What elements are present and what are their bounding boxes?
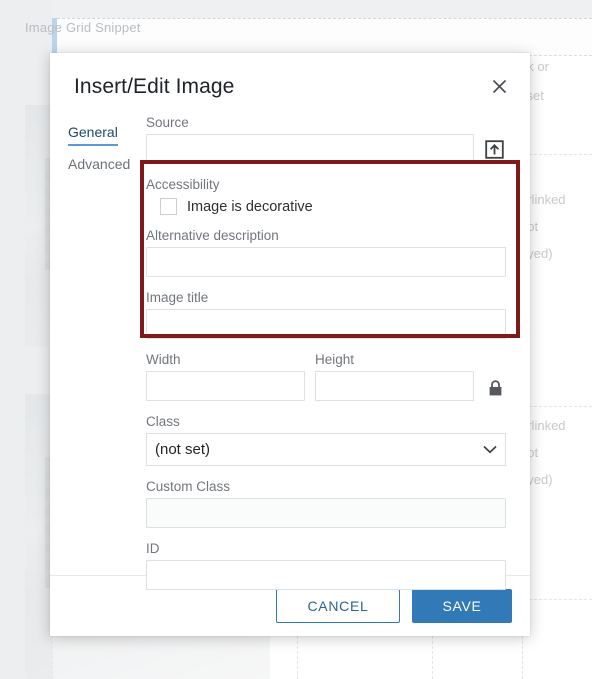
- id-label: ID: [146, 541, 160, 556]
- dialog-title: Insert/Edit Image: [74, 75, 235, 98]
- alt-description-label: Alternative description: [146, 228, 279, 243]
- width-label: Width: [146, 352, 181, 367]
- image-title-label: Image title: [146, 290, 209, 305]
- insert-edit-image-dialog: Insert/Edit Image General Advanced Sourc…: [50, 53, 530, 636]
- image-is-decorative-label: Image is decorative: [187, 198, 313, 215]
- height-label: Height: [315, 352, 355, 367]
- class-select[interactable]: (not set): [146, 433, 506, 466]
- source-label: Source: [146, 115, 189, 130]
- image-title-group: Image title: [146, 290, 506, 339]
- source-field-group: Source: [146, 115, 506, 164]
- source-input[interactable]: [146, 134, 474, 164]
- dialog-tab-list: General Advanced: [50, 115, 134, 575]
- lock-closed-icon[interactable]: [484, 375, 506, 401]
- dialog-header: Insert/Edit Image: [50, 53, 530, 105]
- tab-advanced-label: Advanced: [68, 156, 131, 172]
- decorative-checkbox-row[interactable]: Image is decorative: [146, 198, 506, 215]
- id-group: ID: [146, 541, 506, 590]
- accessibility-group: Accessibility Image is decorative: [146, 177, 506, 215]
- image-is-decorative-checkbox[interactable]: [160, 198, 177, 215]
- custom-class-input[interactable]: [146, 498, 506, 528]
- custom-class-label: Custom Class: [146, 479, 231, 494]
- upload-image-icon[interactable]: [482, 137, 506, 161]
- snippet-label: Image Grid Snippet: [25, 20, 141, 35]
- class-label: Class: [146, 414, 180, 429]
- image-title-input[interactable]: [146, 309, 506, 339]
- width-group: Width: [146, 352, 305, 401]
- id-input[interactable]: [146, 560, 506, 590]
- general-tab-panel: Source Accessibility Image is decorative…: [134, 115, 530, 590]
- close-icon[interactable]: [484, 71, 514, 101]
- tab-general[interactable]: General: [68, 121, 118, 146]
- class-group: Class (not set): [146, 414, 506, 466]
- alt-description-input[interactable]: [146, 247, 506, 277]
- accessibility-label: Accessibility: [146, 177, 220, 192]
- save-button[interactable]: SAVE: [412, 589, 512, 623]
- tab-general-label: General: [68, 124, 118, 140]
- dialog-body: General Advanced Source Accessibility Im…: [50, 105, 530, 590]
- height-group: Height: [315, 352, 474, 401]
- height-input[interactable]: [315, 371, 474, 401]
- custom-class-group: Custom Class: [146, 479, 506, 528]
- tab-advanced[interactable]: Advanced: [68, 153, 130, 176]
- dimensions-group: Width Height: [146, 352, 506, 401]
- class-select-value: (not set): [155, 441, 211, 458]
- cancel-button[interactable]: CANCEL: [276, 589, 400, 623]
- alt-description-group: Alternative description: [146, 228, 506, 277]
- width-input[interactable]: [146, 371, 305, 401]
